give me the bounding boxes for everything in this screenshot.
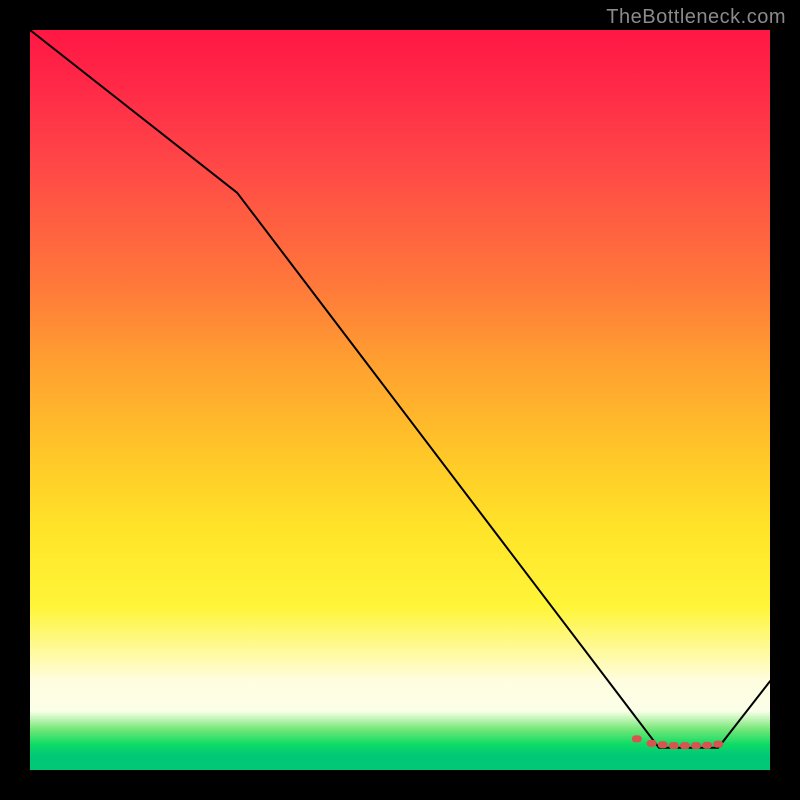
marker-dot [713, 741, 723, 748]
marker-dot [669, 742, 679, 749]
marker-dot [691, 742, 701, 749]
watermark-text: TheBottleneck.com [606, 6, 786, 29]
marker-dot [680, 742, 690, 749]
marker-dot [658, 741, 668, 748]
plot-area [30, 30, 770, 770]
chart-overlay [30, 30, 770, 770]
marker-dot [647, 740, 657, 747]
marker-dot [632, 735, 642, 742]
curve-line [30, 30, 770, 748]
marker-dot [702, 742, 712, 749]
bottom-cluster-markers [632, 735, 723, 749]
chart-stage: TheBottleneck.com [0, 0, 800, 800]
